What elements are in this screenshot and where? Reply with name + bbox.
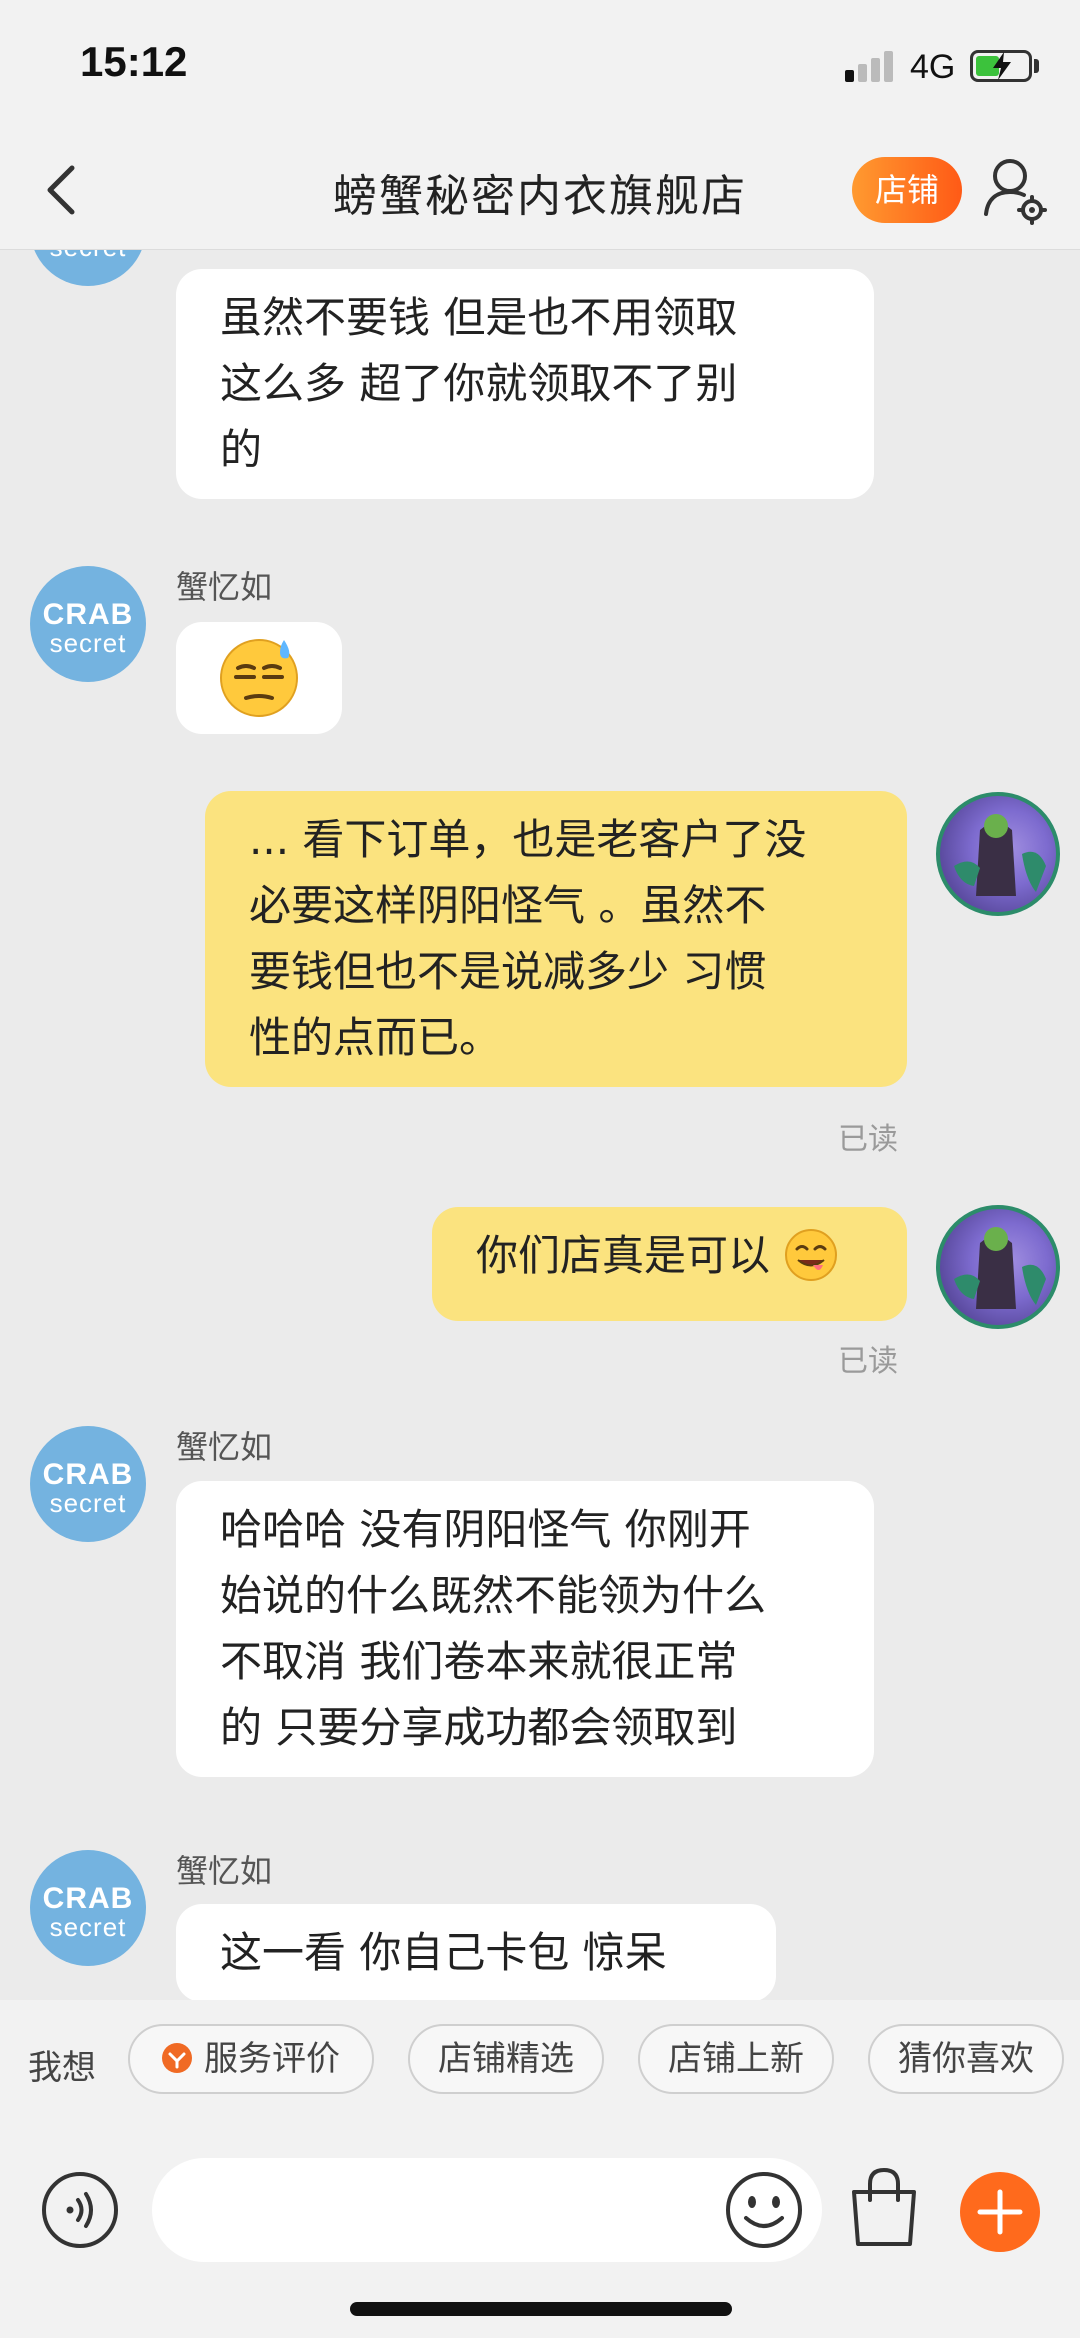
voice-button[interactable] (40, 2170, 120, 2250)
back-button[interactable] (34, 160, 94, 220)
quick-reply-bar: 我想 服务评价 店铺精选 店铺上新 猜你喜欢 (0, 2000, 1080, 2120)
shop-avatar[interactable]: CRAB secret (30, 1850, 146, 1966)
my-message-bubble[interactable]: 你们店真是可以 (432, 1207, 907, 1321)
chevron-left-icon (47, 165, 75, 215)
sender-name: 蟹忆如 (176, 1852, 273, 1890)
user-settings-icon (984, 159, 1047, 225)
sweat-emoji-icon (220, 639, 298, 717)
shop-avatar[interactable]: CRAB secret (30, 566, 146, 682)
home-indicator (350, 2302, 732, 2316)
input-bar (0, 2120, 1080, 2338)
chip-shop-new[interactable]: 店铺上新 (638, 2024, 834, 2094)
chip-guess-you-like[interactable]: 猜你喜欢 (868, 2024, 1064, 2094)
shopping-bag-icon (852, 2167, 916, 2246)
network-type: 4G (910, 48, 956, 86)
shop-button[interactable]: 店铺 (852, 157, 962, 223)
status-time: 15:12 (80, 38, 188, 85)
plus-button[interactable] (960, 2172, 1040, 2252)
character-icon (954, 814, 1046, 896)
nav-bar: 螃蟹秘密内衣旗舰店 店铺 (0, 130, 1080, 250)
character-icon (954, 1227, 1046, 1309)
message-bubble[interactable]: 哈哈哈 没有阴阳怪气 你刚开 始说的什么既然不能领为什么 不取消 我们卷本来就很… (176, 1481, 874, 1777)
yummy-emoji-icon (785, 1228, 838, 1281)
battery-icon (970, 50, 1032, 82)
chat-area[interactable]: CRAB secret 虽然不要钱 但是也不用领取 这么多 超了你就领取不了别 … (0, 250, 1080, 2000)
sender-name: 蟹忆如 (176, 568, 273, 606)
chip-shop-selection[interactable]: 店铺精选 (408, 2024, 604, 2094)
my-message-bubble[interactable]: ... 看下订单，也是老客户了没 必要这样阴阳怪气 。虽然不 要钱但也不是说减多… (205, 791, 907, 1087)
shop-avatar[interactable]: CRAB secret (30, 250, 146, 286)
voice-icon (42, 2172, 118, 2248)
emoji-button[interactable] (724, 2170, 804, 2250)
signal-icon (845, 50, 897, 82)
quick-reply-prefix: 我想 (28, 2048, 96, 2088)
user-settings-button[interactable] (982, 154, 1048, 226)
page-title: 螃蟹秘密内衣旗舰店 (333, 171, 747, 222)
battery-cap (1034, 59, 1039, 73)
shop-avatar[interactable]: CRAB secret (30, 1426, 146, 1542)
my-avatar[interactable] (936, 792, 1060, 916)
my-avatar[interactable] (936, 1205, 1060, 1329)
charging-bolt-icon (993, 52, 1011, 80)
shopping-bag-button[interactable] (848, 2166, 920, 2250)
read-receipt: 已读 (838, 1344, 898, 1379)
service-review-icon (162, 2042, 192, 2073)
status-bar: 15:12 4G (0, 0, 1080, 130)
plus-icon (977, 2189, 1023, 2235)
chip-service-review[interactable]: 服务评价 (128, 2024, 374, 2094)
emoji-icon (726, 2172, 802, 2248)
message-bubble[interactable]: 这一看 你自己卡包 惊呆 (176, 1904, 776, 2000)
read-receipt: 已读 (838, 1122, 898, 1157)
message-bubble[interactable] (176, 622, 342, 734)
message-input[interactable] (152, 2158, 822, 2262)
message-bubble[interactable]: 虽然不要钱 但是也不用领取 这么多 超了你就领取不了别 的 (176, 269, 874, 499)
sender-name: 蟹忆如 (176, 1428, 273, 1466)
